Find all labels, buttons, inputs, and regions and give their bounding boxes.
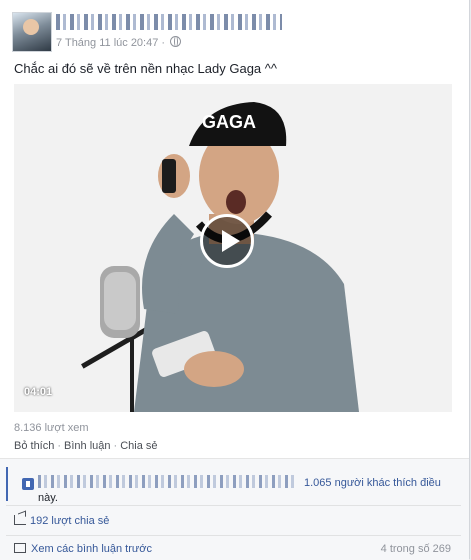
cap-text: GAGA xyxy=(202,112,256,132)
share-icon xyxy=(14,515,26,525)
divider xyxy=(6,505,461,506)
separator: · xyxy=(57,440,62,452)
like-icon xyxy=(22,478,34,490)
post-card: 7 Tháng 11 lúc 20:47 · Chắc ai đó sẽ về … xyxy=(0,0,470,560)
share-link[interactable]: Chia sẻ xyxy=(120,440,157,452)
feedback-section: 1.065 người khác thích điều này. 192 lượ… xyxy=(0,458,469,560)
view-previous-label[interactable]: Xem các bình luận trước xyxy=(31,543,152,555)
timestamp[interactable]: 7 Tháng 11 lúc 20:47 · xyxy=(56,37,165,49)
separator: · xyxy=(113,440,118,452)
comment-link[interactable]: Bình luận xyxy=(64,440,110,452)
others-like-link[interactable]: 1.065 người khác thích điều xyxy=(304,477,441,489)
author-name-redacted[interactable] xyxy=(56,14,282,30)
view-count: 8.136 lượt xem xyxy=(14,422,89,434)
share-count[interactable]: 192 lượt chia sẻ xyxy=(30,515,109,527)
share-count-link[interactable]: 192 lượt chia sẻ xyxy=(14,515,109,527)
likes-summary: 1.065 người khác thích điều này. xyxy=(6,467,463,504)
unlike-link[interactable]: Bỏ thích xyxy=(14,440,54,452)
divider xyxy=(6,535,461,536)
post-text: Chắc ai đó sẽ về trên nền nhạc Lady Gaga… xyxy=(14,61,277,76)
play-icon[interactable] xyxy=(200,214,254,268)
post-header: 7 Tháng 11 lúc 20:47 · xyxy=(12,12,457,52)
globe-icon xyxy=(170,36,182,47)
liker-names-redacted[interactable] xyxy=(38,475,298,488)
post-actions: Bỏ thích · Bình luận · Chia sẻ xyxy=(14,440,157,452)
comment-count: 4 trong số 269 xyxy=(380,543,451,555)
avatar[interactable] xyxy=(12,12,52,52)
comment-icon xyxy=(14,543,26,553)
likes-text-continuation: này. xyxy=(38,492,58,504)
video-duration: 04:01 xyxy=(24,386,53,398)
post-meta: 7 Tháng 11 lúc 20:47 · xyxy=(56,36,182,49)
video-player[interactable]: GAGA 04:01 xyxy=(14,84,452,412)
view-previous-comments[interactable]: Xem các bình luận trước xyxy=(14,543,152,555)
